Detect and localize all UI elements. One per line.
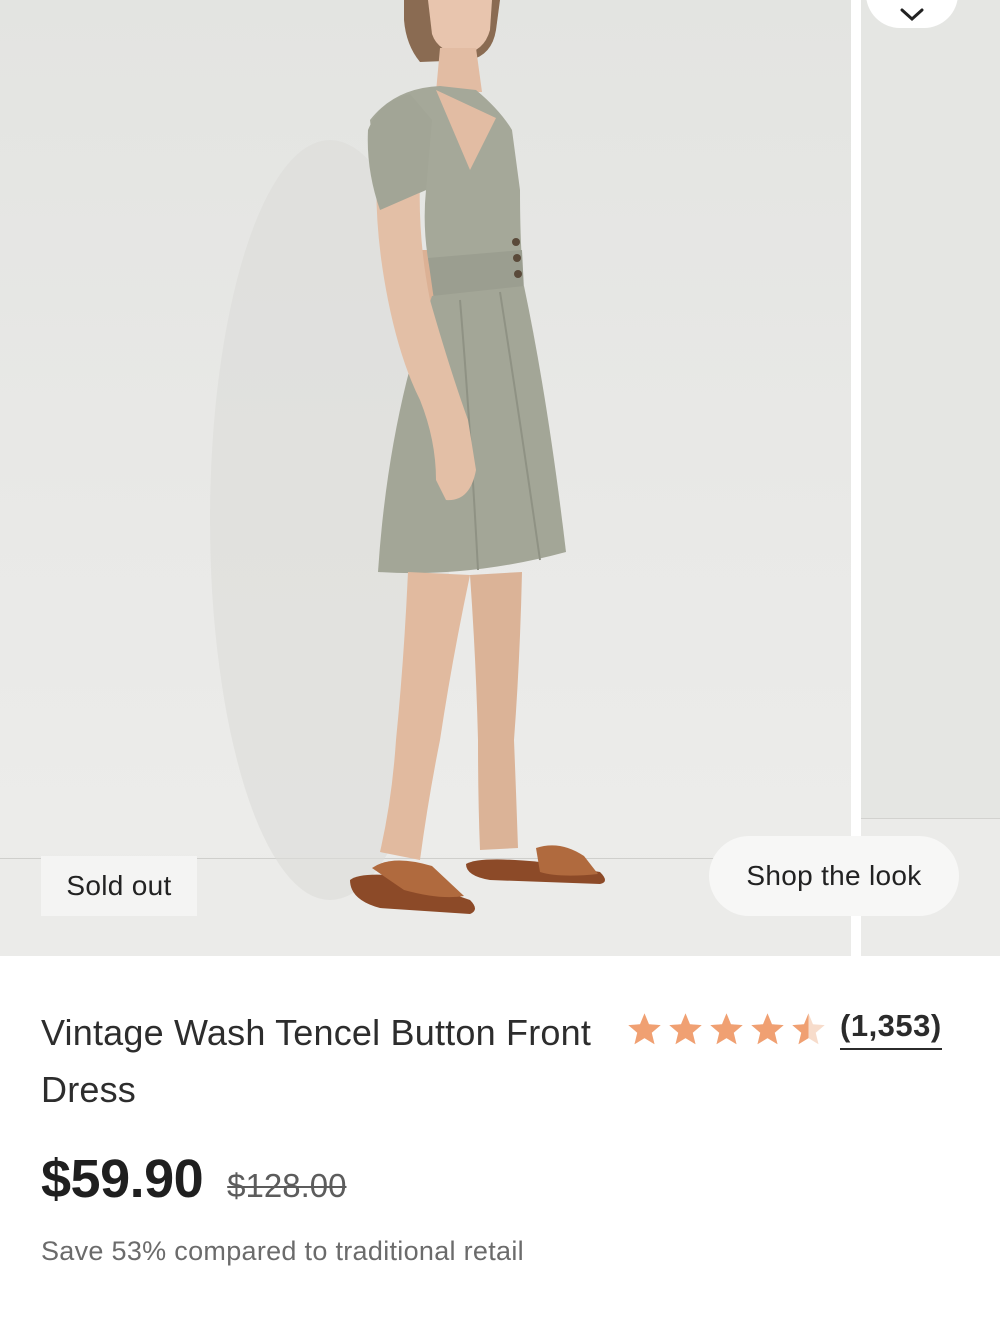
- product-title: Vintage Wash Tencel Button Front Dress: [41, 1012, 592, 1110]
- compare-at-price: $128.00: [227, 1167, 347, 1204]
- next-product-image[interactable]: [861, 0, 1000, 956]
- star-full-icon: [710, 1012, 743, 1044]
- product-image-gallery[interactable]: Sold out Shop the look: [0, 0, 1000, 956]
- rating-stars: [626, 1011, 827, 1048]
- product-image[interactable]: [0, 0, 851, 956]
- star-half-icon: [792, 1012, 825, 1044]
- savings-text: Save 53% compared to traditional retail: [41, 1236, 524, 1266]
- sale-price: $59.90: [41, 1149, 204, 1209]
- price-row: $59.90 $128.00: [41, 1148, 346, 1210]
- star-full-icon: [628, 1012, 661, 1044]
- slide-divider: [851, 0, 861, 956]
- chevron-down-icon: [900, 8, 924, 22]
- model-wearing-dress-image: [210, 0, 605, 914]
- sold-out-badge: Sold out: [41, 856, 197, 916]
- shop-the-look-button[interactable]: Shop the look: [709, 836, 959, 916]
- review-count-link[interactable]: (1,353): [840, 1008, 942, 1050]
- star-full-icon: [669, 1012, 702, 1044]
- star-full-icon: [751, 1012, 784, 1044]
- product-rating[interactable]: (1,353): [626, 1006, 942, 1052]
